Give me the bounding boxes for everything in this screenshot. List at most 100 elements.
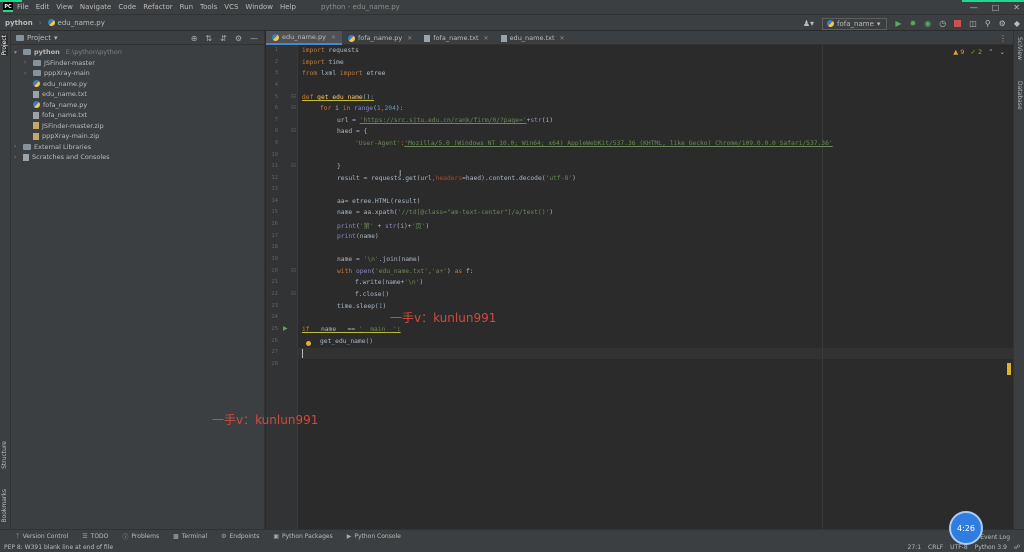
caret-position[interactable]: 27:1 — [908, 544, 921, 551]
line-number[interactable]: 24 — [271, 314, 278, 320]
run-config-select[interactable]: fofa_name ▾ — [822, 17, 888, 30]
line-number[interactable]: 12 — [271, 175, 278, 181]
project-view-select[interactable]: Project ▾ — [16, 34, 57, 42]
menu-refactor[interactable]: Refactor — [143, 3, 172, 11]
run-icon[interactable]: ▶ — [895, 19, 901, 28]
sciview-tool-button[interactable]: SciView — [1016, 37, 1023, 60]
fold-icon[interactable]: ⊟ — [291, 267, 296, 274]
close-icon[interactable]: ✕ — [1013, 3, 1020, 12]
python-console-button[interactable]: ▶ Python Console — [347, 533, 401, 540]
tree-item[interactable]: fofa_name.txt — [11, 110, 264, 121]
line-number[interactable]: 27 — [271, 349, 278, 355]
chevron-down-icon[interactable]: ⌄ — [1000, 48, 1005, 56]
editor-gutter[interactable]: 1 2 3 4 5 6 7 8 9 10 11 12 13 14 15 16 17 18 19 20 21 22 23 24 2… — [266, 45, 298, 529]
debug-icon[interactable]: ✹ — [910, 19, 917, 28]
tab-edu-name-py[interactable]: edu_name.py ✕ — [266, 31, 342, 45]
line-number[interactable]: 19 — [271, 256, 278, 262]
breadcrumb-project[interactable]: python — [5, 19, 33, 27]
line-number[interactable]: 11 — [271, 163, 278, 169]
coverage-icon[interactable]: ◉ — [924, 19, 931, 28]
line-number[interactable]: 28 — [271, 361, 278, 367]
menu-edit[interactable]: Edit — [36, 3, 50, 11]
line-number[interactable]: 15 — [271, 209, 278, 215]
locate-icon[interactable]: ⊕ — [191, 34, 198, 43]
tab-list-icon[interactable]: ⋮ — [999, 34, 1007, 43]
chevron-down-icon[interactable]: ▾ — [14, 49, 20, 56]
todo-button[interactable]: ☰ TODO — [82, 533, 108, 540]
chevron-right-icon[interactable]: › — [24, 59, 30, 66]
search-icon[interactable]: ⚲ — [985, 19, 991, 28]
structure-tool-button[interactable]: Structure — [1, 441, 8, 469]
expand-all-icon[interactable]: ⇅ — [205, 34, 212, 43]
event-log-button[interactable]: Event Log — [980, 530, 1010, 544]
menu-window[interactable]: Window — [245, 3, 273, 11]
project-tool-button[interactable]: Project — [1, 35, 8, 56]
user-icon[interactable]: ♟▾ — [803, 19, 814, 28]
line-number[interactable]: 10 — [271, 152, 278, 158]
problems-button[interactable]: ⓘ Problems — [122, 532, 159, 541]
database-tool-button[interactable]: Database — [1016, 81, 1023, 110]
line-number[interactable]: 20 — [271, 268, 278, 274]
lock-icon[interactable]: ☍ — [1014, 544, 1020, 551]
menu-code[interactable]: Code — [118, 3, 136, 11]
chevron-right-icon[interactable]: › — [14, 154, 20, 161]
line-number[interactable]: 18 — [271, 244, 278, 250]
menu-file[interactable]: File — [17, 3, 29, 11]
line-number[interactable]: 6 — [275, 105, 278, 111]
menu-navigate[interactable]: Navigate — [80, 3, 111, 11]
weak-warning-count[interactable]: ✓ 2 — [970, 48, 982, 56]
inspection-widget[interactable]: ▲ 9 ✓ 2 ⌃ ⌄ — [953, 48, 1005, 56]
endpoints-button[interactable]: ⚙ Endpoints — [221, 533, 259, 540]
fold-icon[interactable]: ⊟ — [291, 104, 296, 111]
string[interactable]: 'https://src.sjtu.edu.cn/rank/firm/0/?pa… — [360, 117, 527, 124]
menu-run[interactable]: Run — [180, 3, 193, 11]
jetbrains-icon[interactable]: ◆ — [1014, 19, 1020, 28]
tab-edu-name-txt[interactable]: edu_name.txt ✕ — [495, 31, 571, 45]
line-number[interactable]: 2 — [275, 59, 278, 65]
line-number[interactable]: 9 — [275, 140, 278, 146]
tree-item[interactable]: › pppXray-main — [11, 68, 264, 79]
fold-icon[interactable]: ⊟ — [291, 93, 296, 100]
tree-item[interactable]: JSFinder-master.zip — [11, 121, 264, 132]
bookmarks-tool-button[interactable]: Bookmarks — [1, 489, 8, 523]
warning-count[interactable]: ▲ 9 — [953, 48, 964, 56]
line-number[interactable]: 8 — [275, 128, 278, 134]
line-number[interactable]: 21 — [271, 279, 278, 285]
tree-item[interactable]: ▾ python E:\python\python — [11, 47, 264, 58]
line-number[interactable]: 4 — [275, 82, 278, 88]
close-tab-icon[interactable]: ✕ — [331, 34, 336, 41]
collapse-all-icon[interactable]: ⇵ — [220, 34, 227, 43]
tab-fofa-name-txt[interactable]: fofa_name.txt ✕ — [418, 31, 494, 45]
line-number[interactable]: 22 — [271, 291, 278, 297]
menu-tools[interactable]: Tools — [200, 3, 217, 11]
run-gutter-icon[interactable]: ▶ — [283, 325, 288, 332]
settings-icon[interactable]: ⚙ — [999, 19, 1006, 28]
fold-icon[interactable]: ⊟ — [291, 290, 296, 297]
tree-item[interactable]: edu_name.py — [11, 79, 264, 90]
line-number[interactable]: 26 — [271, 338, 278, 344]
line-number[interactable]: 3 — [275, 70, 278, 76]
code-editor[interactable]: 1 2 3 4 5 6 7 8 9 10 11 12 13 14 15 16 17 18 19 20 21 22 23 24 2… — [212, 45, 1013, 529]
tree-item[interactable]: › External Libraries — [11, 142, 264, 153]
line-separator[interactable]: CRLF — [928, 544, 943, 551]
tree-item[interactable]: pppXray-main.zip — [11, 131, 264, 142]
chevron-right-icon[interactable]: › — [14, 143, 20, 150]
line-number[interactable]: 7 — [275, 117, 278, 123]
video-time-badge[interactable]: 4:26 — [949, 511, 983, 545]
line-number[interactable]: 1 — [275, 47, 278, 53]
tree-item[interactable]: › Scratches and Consoles — [11, 152, 264, 163]
fold-icon[interactable]: ⊟ — [291, 127, 296, 134]
version-control-button[interactable]: ᛉ Version Control — [16, 533, 68, 540]
python-interpreter[interactable]: Python 3.9 — [975, 544, 1007, 551]
close-tab-icon[interactable]: ✕ — [407, 35, 412, 42]
menu-view[interactable]: View — [56, 3, 73, 11]
hide-icon[interactable]: — — [250, 34, 258, 43]
line-number[interactable]: 14 — [271, 198, 278, 204]
line-number[interactable]: 25 — [271, 326, 278, 332]
warning-stripe-marker[interactable] — [1007, 363, 1011, 375]
stop-icon[interactable] — [954, 20, 962, 27]
tree-item[interactable]: fofa_name.py — [11, 100, 264, 111]
line-number[interactable]: 5 — [275, 94, 278, 100]
python-packages-button[interactable]: ▣ Python Packages — [273, 533, 332, 540]
menu-vcs[interactable]: VCS — [224, 3, 238, 11]
